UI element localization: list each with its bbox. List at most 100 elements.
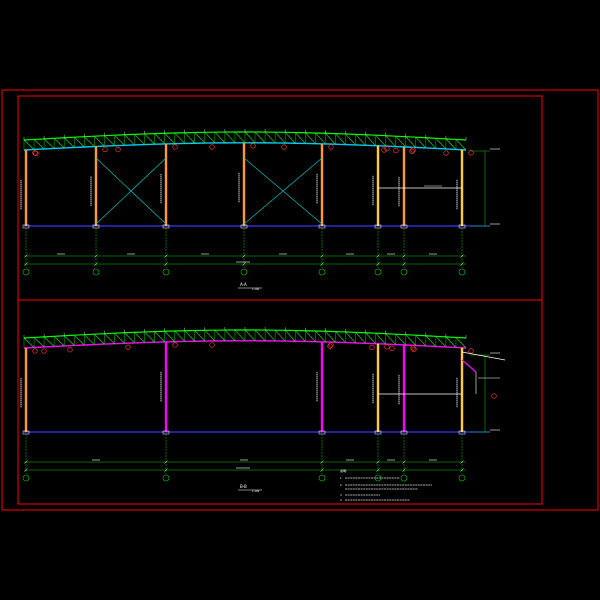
node-tag bbox=[32, 348, 38, 354]
truss-web-member bbox=[295, 132, 306, 144]
node-tag bbox=[369, 344, 375, 351]
node-tag bbox=[443, 150, 449, 156]
node-tag bbox=[172, 342, 178, 348]
truss-web-member bbox=[284, 330, 296, 342]
truss-web-member bbox=[325, 133, 336, 145]
node-tag bbox=[381, 147, 387, 153]
column bbox=[24, 347, 28, 432]
truss-web-member bbox=[23, 139, 35, 150]
truss-web-member bbox=[204, 132, 216, 144]
truss-web-member bbox=[184, 330, 195, 342]
column bbox=[376, 145, 380, 226]
column bbox=[164, 341, 168, 432]
grid-axis-bubble bbox=[92, 268, 100, 276]
column bbox=[320, 341, 324, 432]
notes-line-1: 1. bbox=[340, 476, 343, 480]
truss-web-member bbox=[305, 330, 316, 342]
truss-web-member bbox=[174, 132, 185, 144]
truss-web-member bbox=[335, 133, 346, 145]
grid-axis-bubble bbox=[162, 474, 170, 482]
truss-web-member bbox=[315, 132, 326, 145]
truss-web-member bbox=[254, 329, 266, 342]
truss-web-member bbox=[234, 329, 246, 342]
truss-web-member bbox=[365, 134, 376, 146]
truss-web-member bbox=[144, 331, 155, 343]
truss-web-member bbox=[244, 131, 256, 144]
truss-web-member bbox=[305, 132, 316, 144]
node-tag bbox=[327, 343, 333, 349]
node-tag bbox=[409, 148, 415, 154]
elevation-top-panel bbox=[20, 129, 500, 276]
truss-web-member bbox=[194, 330, 206, 342]
truss-web-member bbox=[244, 329, 256, 342]
grid-axis-bubble bbox=[22, 474, 30, 482]
truss-web-member bbox=[214, 329, 226, 342]
notes-line-2: 2. bbox=[340, 483, 343, 487]
node-tag bbox=[411, 346, 417, 353]
truss-web-member bbox=[184, 132, 195, 144]
node-tag bbox=[389, 345, 395, 352]
notes-block: 说明: 1. 2. 3. 4. bbox=[340, 468, 432, 502]
truss-web-member bbox=[274, 329, 286, 342]
elevation-top-scale: 1:100 bbox=[252, 287, 260, 291]
node-tag bbox=[209, 342, 215, 348]
truss-web-member bbox=[114, 134, 125, 146]
truss-web-member bbox=[315, 330, 326, 343]
truss-web-member bbox=[355, 134, 366, 146]
grid-axis-bubble bbox=[318, 474, 326, 482]
truss-web-member bbox=[284, 132, 296, 144]
truss-web-member bbox=[74, 136, 85, 148]
node-tag bbox=[41, 348, 47, 354]
truss-web-member bbox=[154, 133, 165, 145]
elevation-bottom-scale: 1:100 bbox=[252, 489, 260, 493]
truss-web-member bbox=[114, 332, 125, 344]
node-tag bbox=[281, 144, 287, 150]
node-tag bbox=[384, 344, 390, 350]
node-tag bbox=[384, 146, 390, 152]
elevation-bottom-panel bbox=[20, 327, 506, 482]
truss-web-member bbox=[405, 136, 416, 148]
truss-web-member bbox=[144, 133, 155, 145]
node-tag bbox=[468, 348, 474, 354]
grid-axis-bubble bbox=[400, 474, 408, 482]
truss-web-member bbox=[94, 333, 105, 345]
truss-web-member bbox=[264, 329, 276, 342]
truss-web-member bbox=[455, 139, 467, 151]
truss-web-member bbox=[53, 336, 65, 347]
column bbox=[376, 343, 380, 432]
truss-web-member bbox=[395, 135, 406, 148]
truss-web-member bbox=[295, 330, 306, 342]
truss-web-member bbox=[335, 331, 346, 343]
truss-web-member bbox=[124, 332, 135, 344]
elevation-bottom-caption: B-B bbox=[240, 484, 247, 489]
truss-web-member bbox=[415, 334, 427, 347]
canopy-brace bbox=[461, 359, 477, 373]
truss-web-member bbox=[385, 135, 396, 147]
truss-web-member bbox=[194, 132, 206, 144]
truss-web-member bbox=[355, 332, 366, 344]
truss-web-member bbox=[63, 335, 75, 346]
truss-web-member bbox=[365, 332, 376, 344]
truss-web-member bbox=[415, 136, 427, 149]
truss-web-member bbox=[174, 330, 185, 342]
grid-axis-bubble bbox=[374, 268, 382, 276]
column bbox=[402, 146, 406, 226]
truss-web-member bbox=[124, 134, 135, 146]
drawing-canvas: A-A 1:100 B-B 1:100 说明: 1. 2. 3. 4. bbox=[0, 0, 600, 600]
truss-web-member bbox=[385, 333, 396, 345]
truss-web-member bbox=[254, 131, 266, 144]
truss-web-member bbox=[94, 135, 105, 147]
node-tag bbox=[328, 144, 334, 150]
column bbox=[242, 142, 246, 226]
truss-web-member bbox=[435, 336, 447, 348]
node-tag bbox=[250, 143, 256, 149]
truss-web-member bbox=[63, 137, 75, 148]
truss-web-member bbox=[405, 334, 416, 346]
truss-web-member bbox=[345, 133, 356, 146]
truss-web-member bbox=[224, 131, 236, 144]
notes-line-4: 4. bbox=[340, 498, 343, 502]
truss-web-member bbox=[345, 331, 356, 344]
truss-web-member bbox=[274, 131, 286, 144]
truss-web-member bbox=[455, 337, 467, 349]
truss-web-member bbox=[154, 331, 165, 343]
